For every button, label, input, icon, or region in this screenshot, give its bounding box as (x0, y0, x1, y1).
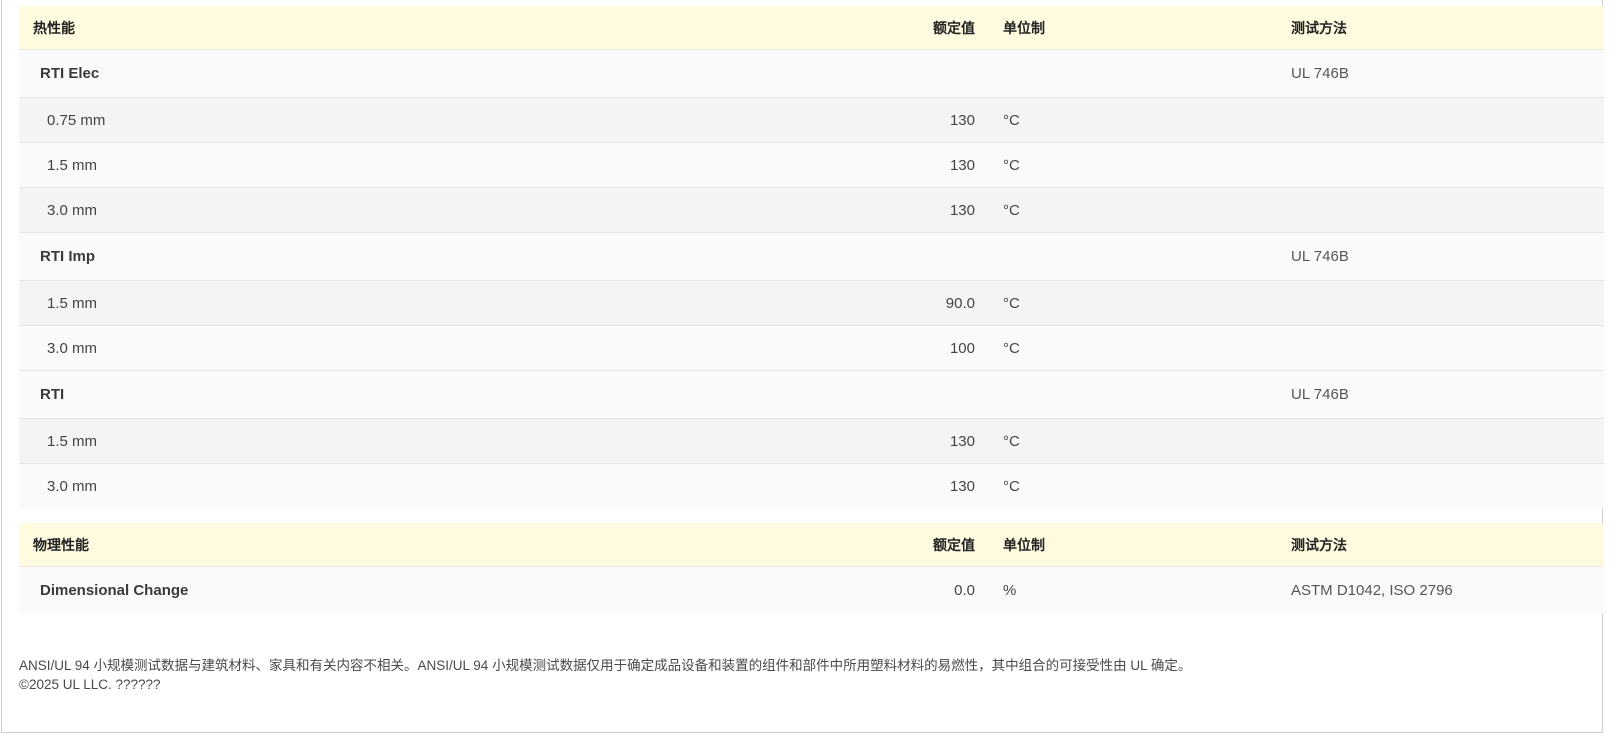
property-name-cell: 3.0 mm (19, 187, 798, 233)
unit-cell: °C (975, 187, 1291, 233)
table-row: 1.5 mm 130 °C (19, 418, 1604, 464)
value-cell (798, 232, 975, 281)
value-cell: 130 (798, 142, 975, 188)
property-name-cell: 1.5 mm (19, 280, 798, 326)
test-method-cell (1291, 280, 1604, 326)
table-row: 1.5 mm 130 °C (19, 142, 1604, 188)
property-name-cell: RTI (19, 370, 798, 419)
thermal-properties-table: 热性能 额定值 单位制 测试方法 RTI Elec UL 746B 0.75 mm 1… (19, 6, 1604, 508)
unit-cell: °C (975, 418, 1291, 464)
test-method-cell: UL 746B (1291, 49, 1604, 98)
table-group-row: RTI Imp UL 746B (19, 232, 1604, 281)
physical-header-row: 物理性能 额定值 单位制 测试方法 (19, 523, 1604, 567)
property-name-cell: RTI Imp (19, 232, 798, 281)
physical-header-value: 额定值 (798, 523, 975, 567)
value-cell (798, 49, 975, 98)
physical-header-method: 测试方法 (1291, 523, 1604, 567)
test-method-cell: UL 746B (1291, 370, 1604, 419)
table-group-row: RTI UL 746B (19, 370, 1604, 419)
test-method-cell: ASTM D1042, ISO 2796 (1291, 566, 1604, 614)
table-row: 0.75 mm 130 °C (19, 97, 1604, 143)
physical-header-name: 物理性能 (19, 523, 798, 567)
thermal-header-value: 额定值 (798, 6, 975, 50)
property-name-cell: 1.5 mm (19, 142, 798, 188)
unit-cell: °C (975, 142, 1291, 188)
value-cell: 100 (798, 325, 975, 371)
table-row: 3.0 mm 100 °C (19, 325, 1604, 371)
property-name-cell: RTI Elec (19, 49, 798, 98)
property-name-cell: 3.0 mm (19, 463, 798, 508)
test-method-cell (1291, 187, 1604, 233)
table-group-row: Dimensional Change 0.0% ASTM D1042, ISO 27… (19, 566, 1604, 614)
thermal-header-name: 热性能 (19, 6, 798, 50)
table-row: 3.0 mm 130 °C (19, 187, 1604, 233)
property-name-cell: 1.5 mm (19, 418, 798, 464)
disclaimer-text: ANSI/UL 94 小规模测试数据与建筑材料、家具和有关内容不相关。ANSI/… (19, 658, 1192, 673)
value-cell: 130 (798, 418, 975, 464)
value-cell: 130 (798, 463, 975, 508)
thermal-properties-section: 热性能 额定值 单位制 测试方法 RTI Elec UL 746B 0.75 mm 1… (19, 6, 1604, 508)
thermal-header-method: 测试方法 (1291, 6, 1604, 50)
thermal-header-unit: 单位制 (975, 6, 1291, 50)
property-name-cell: 3.0 mm (19, 325, 798, 371)
value-cell (798, 370, 975, 419)
table-group-row: RTI Elec UL 746B (19, 49, 1604, 98)
unit-cell: °C (975, 325, 1291, 371)
thermal-header-row: 热性能 额定值 单位制 测试方法 (19, 6, 1604, 50)
physical-header-unit: 单位制 (975, 523, 1291, 567)
physical-table-body: Dimensional Change 0.0% ASTM D1042, ISO 27… (19, 566, 1604, 614)
property-name-cell: Dimensional Change (19, 566, 798, 614)
value-cell: 130 (798, 97, 975, 143)
test-method-cell (1291, 463, 1604, 508)
unit-cell: % (975, 566, 1291, 614)
test-method-cell (1291, 142, 1604, 188)
value-cell: 130 (798, 187, 975, 233)
unit-cell (975, 370, 1291, 419)
value-cell: 0.0 (798, 566, 975, 614)
unit-cell: °C (975, 463, 1291, 508)
value-cell: 90.0 (798, 280, 975, 326)
test-method-cell (1291, 97, 1604, 143)
property-name-cell: 0.75 mm (19, 97, 798, 143)
table-row: 3.0 mm 130 °C (19, 463, 1604, 508)
copyright-text: ©2025 UL LLC. ?????? (19, 677, 161, 692)
thermal-table-body: RTI Elec UL 746B 0.75 mm 130 °C 1.5 mm 130 °C 3.… (19, 49, 1604, 508)
unit-cell: °C (975, 97, 1291, 143)
physical-properties-section: 物理性能 额定值 单位制 测试方法 Dimensional Change 0.0%… (19, 523, 1604, 614)
test-method-cell (1291, 418, 1604, 464)
footnote: ANSI/UL 94 小规模测试数据与建筑材料、家具和有关内容不相关。ANSI/… (19, 656, 1191, 694)
unit-cell: °C (975, 280, 1291, 326)
unit-cell (975, 49, 1291, 98)
test-method-cell: UL 746B (1291, 232, 1604, 281)
test-method-cell (1291, 325, 1604, 371)
unit-cell (975, 232, 1291, 281)
table-row: 1.5 mm 90.0 °C (19, 280, 1604, 326)
physical-properties-table: 物理性能 额定值 单位制 测试方法 Dimensional Change 0.0%… (19, 523, 1604, 614)
